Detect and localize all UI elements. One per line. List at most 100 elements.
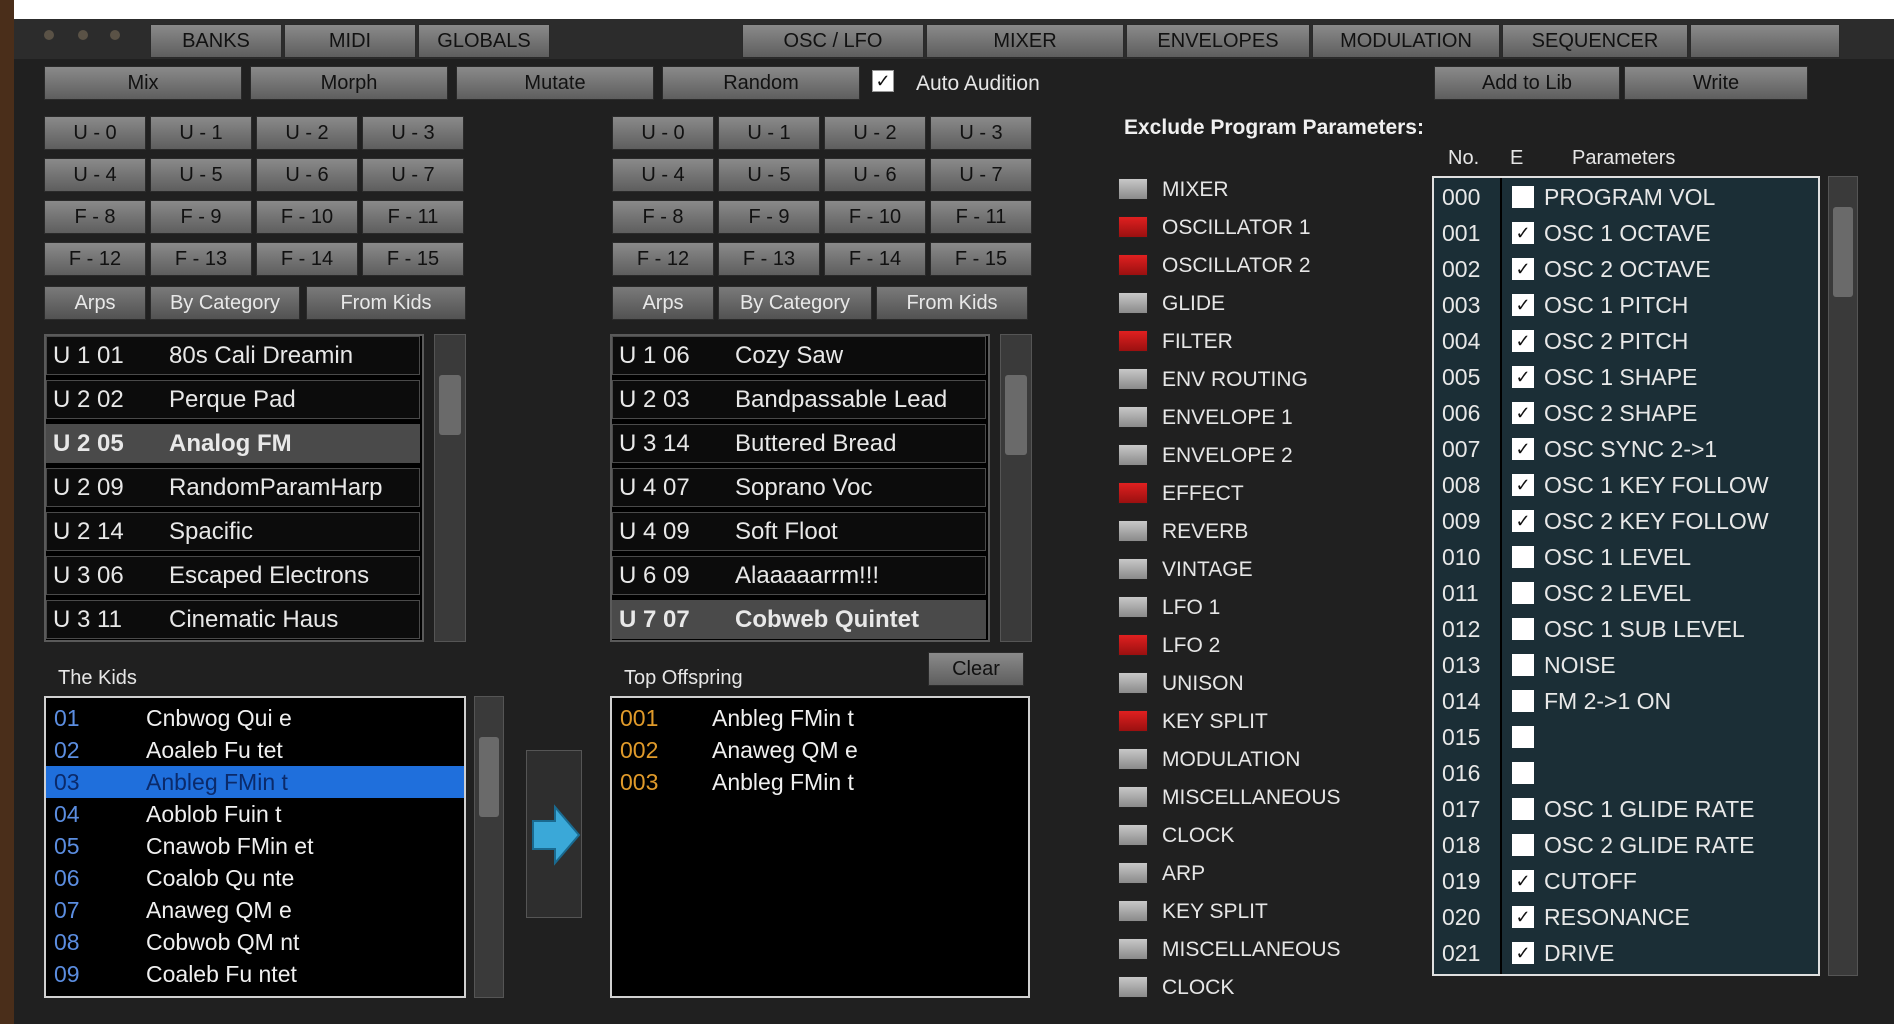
bank-button-b[interactable]: U - 1 [718,116,820,150]
bank-button-a[interactable]: F - 8 [44,200,146,234]
exclude-checkbox[interactable] [1512,726,1534,748]
write-button[interactable]: Write [1624,66,1808,100]
mix-button[interactable]: Mix [44,66,242,100]
group-toggle[interactable] [1118,938,1148,960]
parameter-row[interactable]: 021 ✓ DRIVE [1434,936,1814,972]
group-toggle[interactable] [1118,292,1148,314]
group-toggle[interactable] [1118,254,1148,276]
group-toggle[interactable] [1118,710,1148,732]
patch-row[interactable]: U 1 06 Cozy Saw [612,336,986,375]
exclude-checkbox[interactable] [1512,186,1534,208]
patch-row[interactable]: U 4 07 Soprano Voc [612,468,986,507]
parameter-row[interactable]: 013 NOISE [1434,648,1814,684]
exclude-checkbox[interactable]: ✓ [1512,510,1534,532]
bank-button-a[interactable]: F - 15 [362,242,464,276]
exclude-checkbox[interactable]: ✓ [1512,222,1534,244]
arps-button-b[interactable]: Arps [612,286,714,320]
patch-row[interactable]: U 3 06 Escaped Electrons [46,556,420,595]
tab-globals[interactable]: GLOBALS [418,24,550,58]
patch-row[interactable]: U 1 01 80s Cali Dreamin [46,336,420,375]
parent-a-list[interactable]: U 1 01 80s Cali Dreamin U 2 02 Perque Pad U … [44,334,424,642]
group-toggle[interactable] [1118,368,1148,390]
exclude-checkbox[interactable]: ✓ [1512,402,1534,424]
from-kids-button-b[interactable]: From Kids [876,286,1028,320]
exclude-checkbox[interactable] [1512,762,1534,784]
group-toggle[interactable] [1118,216,1148,238]
bank-button-a[interactable]: F - 12 [44,242,146,276]
exclude-checkbox[interactable] [1512,654,1534,676]
bank-button-a[interactable]: U - 7 [362,158,464,192]
parameter-row[interactable]: 016 [1434,756,1814,792]
group-toggle[interactable] [1118,900,1148,922]
from-kids-button-a[interactable]: From Kids [306,286,466,320]
scroll-thumb[interactable] [439,375,461,435]
exclude-checkbox[interactable]: ✓ [1512,870,1534,892]
parameter-scrollbar[interactable] [1828,176,1858,976]
bank-button-b[interactable]: U - 0 [612,116,714,150]
bank-button-b[interactable]: U - 7 [930,158,1032,192]
group-toggle[interactable] [1118,406,1148,428]
exclude-checkbox[interactable]: ✓ [1512,294,1534,316]
exclude-checkbox[interactable] [1512,834,1534,856]
bank-button-b[interactable]: U - 3 [930,116,1032,150]
group-toggle[interactable] [1118,520,1148,542]
exclude-checkbox[interactable] [1512,618,1534,640]
parameter-row[interactable]: 020 ✓ RESONANCE [1434,900,1814,936]
scroll-thumb[interactable] [479,737,499,817]
tab-mixer[interactable]: MIXER [926,24,1124,58]
tab-midi[interactable]: MIDI [284,24,416,58]
bank-button-b[interactable]: F - 9 [718,200,820,234]
offspring-row[interactable]: 001 Anbleg FMin t [612,702,1028,734]
group-toggle[interactable] [1118,862,1148,884]
bank-button-a[interactable]: U - 5 [150,158,252,192]
patch-row[interactable]: U 4 09 Soft Floot [612,512,986,551]
parameter-row[interactable]: 012 OSC 1 SUB LEVEL [1434,612,1814,648]
parameter-row[interactable]: 019 ✓ CUTOFF [1434,864,1814,900]
patch-row[interactable]: U 3 11 Cinematic Haus [46,600,420,639]
parent-b-scrollbar[interactable] [1000,334,1032,642]
patch-row[interactable]: U 6 09 Alaaaaarrm!!! [612,556,986,595]
tab-extra[interactable] [1690,24,1840,58]
group-toggle[interactable] [1118,444,1148,466]
tab-osc-lfo[interactable]: OSC / LFO [742,24,924,58]
bank-button-a[interactable]: U - 0 [44,116,146,150]
exclude-checkbox[interactable] [1512,582,1534,604]
group-toggle[interactable] [1118,976,1148,998]
patch-row[interactable]: U 2 03 Bandpassable Lead [612,380,986,419]
parameter-row[interactable]: 002 ✓ OSC 2 OCTAVE [1434,252,1814,288]
morph-button[interactable]: Morph [250,66,448,100]
kid-row[interactable]: 02 Aoaleb Fu tet [46,734,464,766]
bank-button-a[interactable]: U - 1 [150,116,252,150]
offspring-row[interactable]: 002 Anaweg QM e [612,734,1028,766]
parameter-row[interactable]: 004 ✓ OSC 2 PITCH [1434,324,1814,360]
kid-row[interactable]: 04 Aoblob Fuin t [46,798,464,830]
exclude-checkbox[interactable]: ✓ [1512,366,1534,388]
kid-row[interactable]: 06 Coalob Qu nte [46,862,464,894]
exclude-checkbox[interactable] [1512,798,1534,820]
random-button[interactable]: Random [662,66,860,100]
patch-row[interactable]: U 2 02 Perque Pad [46,380,420,419]
bank-button-b[interactable]: F - 13 [718,242,820,276]
tab-banks[interactable]: BANKS [150,24,282,58]
parameter-row[interactable]: 011 OSC 2 LEVEL [1434,576,1814,612]
tab-envelopes[interactable]: ENVELOPES [1126,24,1310,58]
bank-button-b[interactable]: U - 6 [824,158,926,192]
patch-row[interactable]: U 2 05 Analog FM [46,424,420,463]
arps-button-a[interactable]: Arps [44,286,146,320]
parent-a-scrollbar[interactable] [434,334,466,642]
group-toggle[interactable] [1118,596,1148,618]
parameter-row[interactable]: 005 ✓ OSC 1 SHAPE [1434,360,1814,396]
parameter-row[interactable]: 014 FM 2->1 ON [1434,684,1814,720]
offspring-list[interactable]: 001 Anbleg FMin t 002 Anaweg QM e 003 Anbleg … [610,696,1030,998]
bank-button-a[interactable]: F - 11 [362,200,464,234]
parameter-row[interactable]: 009 ✓ OSC 2 KEY FOLLOW [1434,504,1814,540]
bank-button-a[interactable]: F - 13 [150,242,252,276]
bank-button-a[interactable]: U - 4 [44,158,146,192]
add-to-lib-button[interactable]: Add to Lib [1434,66,1620,100]
by-category-button-b[interactable]: By Category [718,286,872,320]
parameter-row[interactable]: 006 ✓ OSC 2 SHAPE [1434,396,1814,432]
transfer-arrow-button[interactable] [526,750,582,918]
offspring-row[interactable]: 003 Anbleg FMin t [612,766,1028,798]
kid-row[interactable]: 05 Cnawob FMin et [46,830,464,862]
patch-row[interactable]: U 2 14 Spacific [46,512,420,551]
